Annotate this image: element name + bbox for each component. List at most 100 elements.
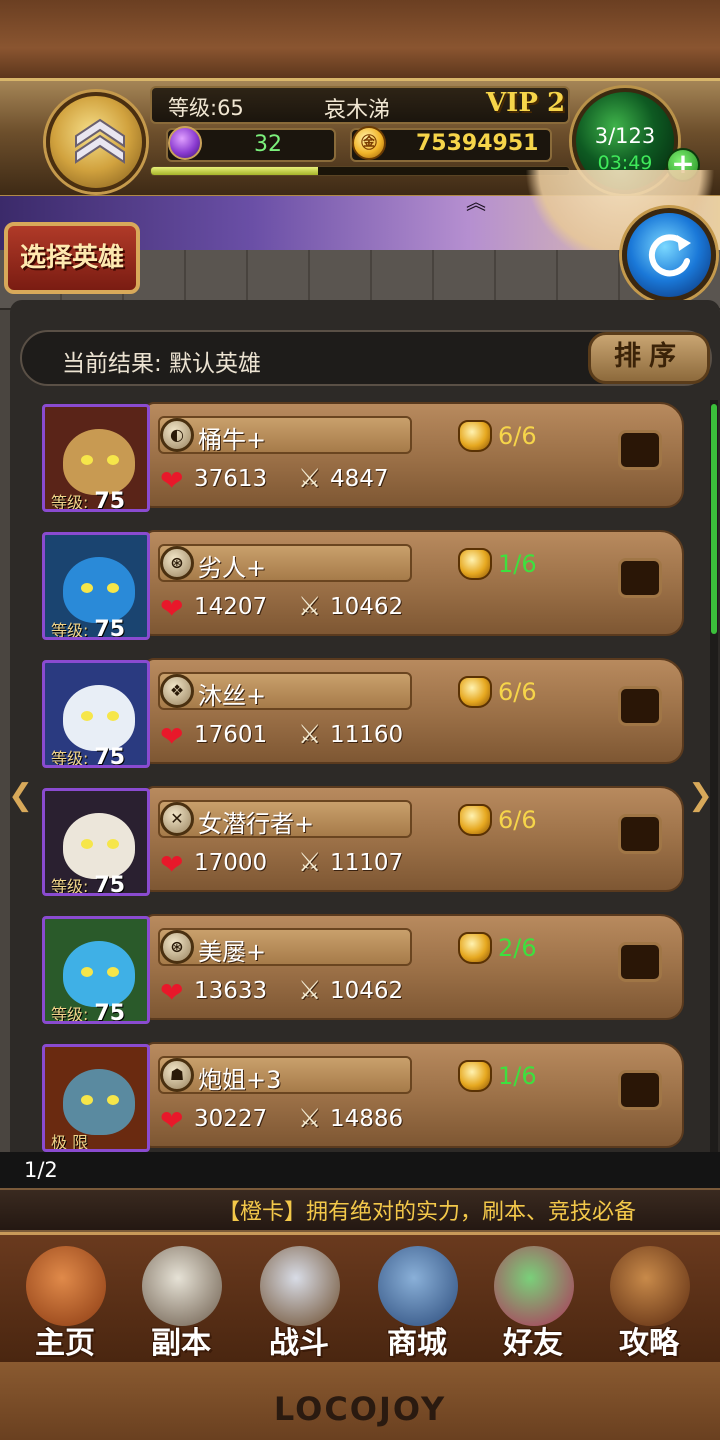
xp-fill (151, 167, 319, 175)
swords-icon (260, 1246, 340, 1326)
hero-eye (81, 1095, 93, 1105)
hero-name: 桶牛+ (198, 426, 267, 454)
nav-friends[interactable]: 好友 (478, 1244, 588, 1361)
crossed-swords-icon: ⚔ (298, 976, 322, 1006)
crossed-swords-icon: ⚔ (298, 720, 322, 750)
energy-count: 3/123 (594, 124, 656, 148)
hero-class-icon: ⊛ (160, 930, 194, 964)
publisher-logo: LOCOJOY (273, 1390, 447, 1428)
refresh-button[interactable] (622, 208, 716, 302)
hero-row[interactable]: 极 限 ☗ 炮姐+3 ❤ 30227 ⚔ 14886 1/6 (40, 1040, 688, 1154)
hero-level: 等级: 75 (51, 1001, 126, 1024)
heart-icon: ❤ (160, 1104, 184, 1137)
hero-eye (81, 455, 93, 465)
nav-label: 商城 (387, 1326, 447, 1361)
hero-hp: 17601 (194, 722, 268, 748)
hero-avatar[interactable]: 极 限 (42, 1044, 150, 1152)
hero-hp: 37613 (194, 466, 268, 492)
next-page-arrow-icon[interactable]: ❯ (688, 778, 713, 813)
hero-eye (107, 711, 119, 721)
sort-button[interactable]: 排序 (588, 332, 710, 384)
rank-chevron-icon (75, 118, 125, 164)
house-icon (26, 1246, 106, 1326)
hero-eye (107, 839, 119, 849)
player-level: 等级:65 (168, 96, 244, 120)
hero-level: 等级: 75 (51, 617, 126, 640)
hero-name: 美屡+ (198, 938, 267, 966)
hero-select-checkbox[interactable] (618, 558, 662, 598)
gem-icon (168, 126, 202, 160)
rank-badge[interactable] (46, 92, 146, 192)
hero-level: 极 限 (51, 1133, 89, 1152)
refresh-icon (648, 234, 691, 277)
nav-swords[interactable]: 战斗 (244, 1244, 354, 1361)
hero-attack: 11160 (330, 722, 404, 748)
scrollbar-thumb[interactable] (711, 404, 717, 634)
select-hero-button[interactable]: 选择英雄 (4, 222, 140, 294)
hero-eye (81, 583, 93, 593)
hero-class-icon: ⊛ (160, 546, 194, 580)
equipment-count: 2/6 (498, 934, 537, 962)
bat-icon: ︽ (466, 190, 486, 214)
page-indicator: 1/2 (24, 1158, 58, 1182)
hero-avatar[interactable]: 等级: 75 (42, 916, 150, 1024)
hero-row[interactable]: 等级: 75 ◐ 桶牛+ ❤ 37613 ⚔ 4847 6/6 (40, 400, 688, 514)
hero-eye (81, 839, 93, 849)
armor-icon (458, 420, 492, 452)
armor-icon (458, 548, 492, 580)
hero-face (63, 685, 135, 751)
hero-select-checkbox[interactable] (618, 942, 662, 982)
vip-badge[interactable]: VIP 2 (486, 88, 565, 118)
armor-icon (458, 1060, 492, 1092)
hero-eye (81, 967, 93, 977)
prev-page-arrow-icon[interactable]: ❮ (8, 778, 33, 813)
ticker-text: 【橙卡】拥有绝对的实力，刷本、竞技必备 (218, 1200, 637, 1225)
hero-eye (107, 455, 119, 465)
hero-face (63, 429, 135, 495)
hero-select-checkbox[interactable] (618, 686, 662, 726)
hero-row[interactable]: 等级: 75 ⊛ 美屡+ ❤ 13633 ⚔ 10462 2/6 (40, 912, 688, 1026)
hero-row[interactable]: 等级: 75 ⊛ 劣人+ ❤ 14207 ⚔ 10462 1/6 (40, 528, 688, 642)
gold-coin-icon: ㊎ (352, 126, 386, 160)
nav-label: 战斗 (269, 1326, 329, 1361)
hero-name-box (158, 1056, 412, 1094)
hero-name: 沐丝+ (198, 682, 267, 710)
hero-attack: 14886 (330, 1106, 404, 1132)
hero-face (63, 941, 135, 1007)
heart-icon: ❤ (160, 976, 184, 1009)
hero-name-box (158, 928, 412, 966)
hero-select-checkbox[interactable] (618, 814, 662, 854)
hero-select-checkbox[interactable] (618, 1070, 662, 1110)
heart-icon: ❤ (160, 592, 184, 625)
hero-attack: 4847 (330, 466, 389, 492)
hero-name: 劣人+ (198, 554, 267, 582)
nav-book[interactable]: 攻略 (594, 1244, 704, 1361)
nav-label: 攻略 (619, 1326, 679, 1361)
hero-name-box (158, 544, 412, 582)
hero-avatar[interactable]: 等级: 75 (42, 788, 150, 896)
equipment-count: 6/6 (498, 806, 537, 834)
hero-row[interactable]: 等级: 75 ❖ 沐丝+ ❤ 17601 ⚔ 11160 6/6 (40, 656, 688, 770)
hero-eye (107, 1095, 119, 1105)
hero-class-icon: ❖ (160, 674, 194, 708)
hero-hp: 13633 (194, 978, 268, 1004)
hero-select-checkbox[interactable] (618, 430, 662, 470)
nav-skull[interactable]: 副本 (126, 1244, 236, 1361)
hero-avatar[interactable]: 等级: 75 (42, 660, 150, 768)
hero-level: 等级: 75 (51, 873, 126, 896)
armor-icon (458, 932, 492, 964)
crossed-swords-icon: ⚔ (298, 1104, 322, 1134)
hero-avatar[interactable]: 等级: 75 (42, 532, 150, 640)
shop-icon (378, 1246, 458, 1326)
hero-class-icon: ✕ (160, 802, 194, 836)
page-indicator-bar (0, 1152, 720, 1190)
ticker-clip: 【橙卡】拥有绝对的实力，刷本、竞技必备 (0, 1188, 710, 1232)
nav-shop[interactable]: 商城 (362, 1244, 472, 1361)
hero-eye (107, 967, 119, 977)
hero-row[interactable]: 等级: 75 ✕ 女潜行者+ ❤ 17000 ⚔ 11107 6/6 (40, 784, 688, 898)
hero-avatar[interactable]: 等级: 75 (42, 404, 150, 512)
hero-attack: 10462 (330, 978, 404, 1004)
equipment-count: 6/6 (498, 678, 537, 706)
heart-icon: ❤ (160, 720, 184, 753)
nav-house[interactable]: 主页 (10, 1244, 120, 1361)
